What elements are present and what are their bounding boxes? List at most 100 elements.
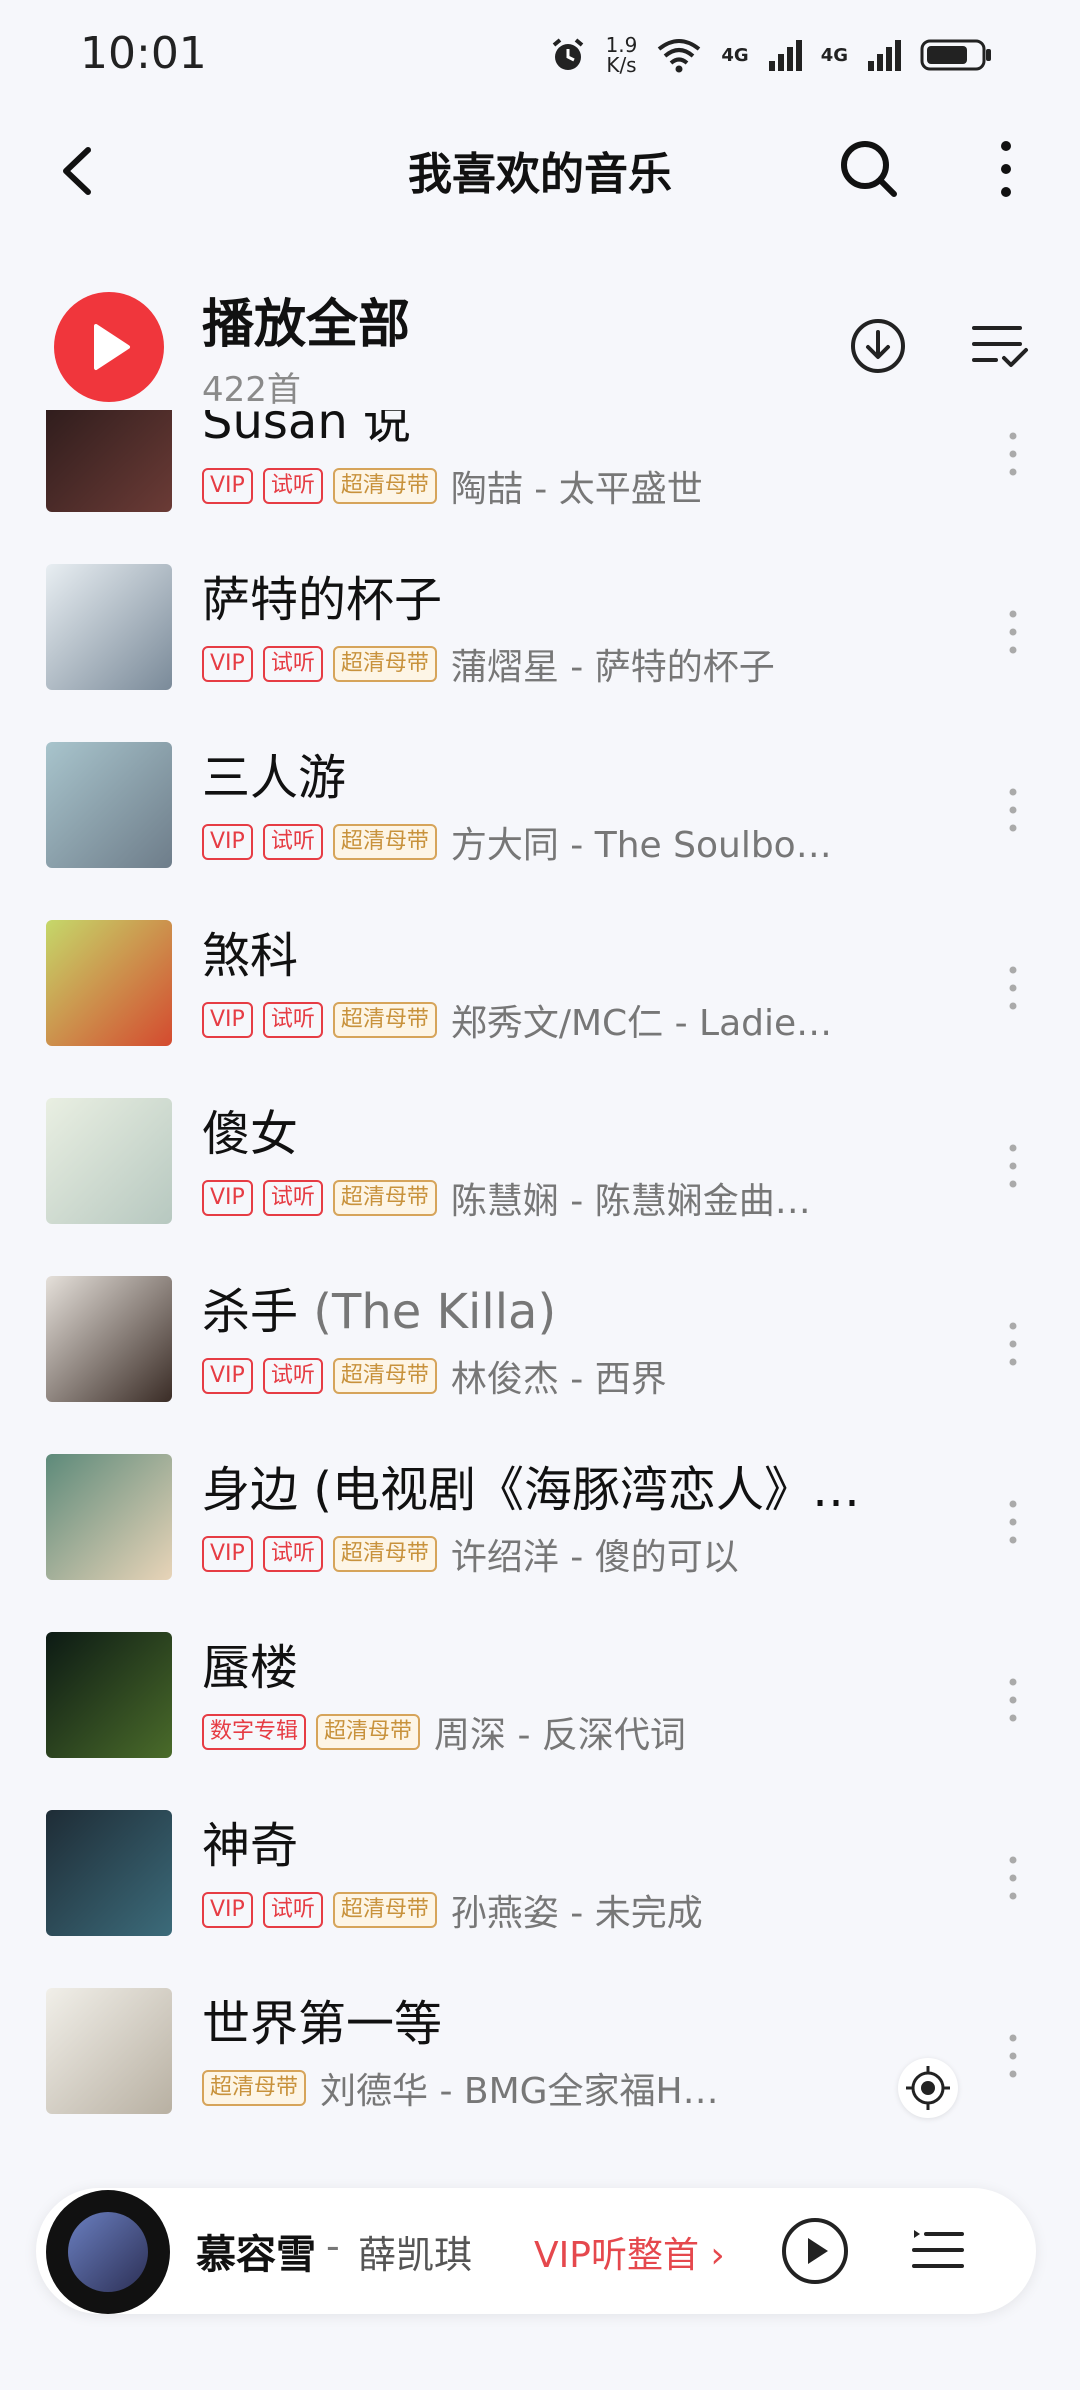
song-title-text: 身边 (电视剧《海豚湾恋人》… xyxy=(202,1462,860,1518)
signal-icon-2 xyxy=(868,40,901,71)
song-meta: VIP 试听 超清母带 方大同 - The Soulbo… xyxy=(202,816,832,868)
status-icons: 1.9 K/s 4G 4G xyxy=(548,30,994,80)
now-playing-separator: - xyxy=(326,2224,340,2268)
locate-icon xyxy=(906,2066,950,2110)
album-cover xyxy=(46,1810,172,1936)
locate-current-button[interactable] xyxy=(898,2058,958,2118)
hq-badge: 超清母带 xyxy=(332,1180,437,1216)
vip-badge: VIP xyxy=(202,1358,253,1394)
song-more-icon[interactable] xyxy=(1006,786,1020,834)
play-all-row[interactable]: 播放全部 422首 xyxy=(0,270,1080,410)
hq-badge: 超清母带 xyxy=(332,1892,437,1928)
top-nav: 我喜欢的音乐 xyxy=(0,110,1080,230)
song-title: Susan 说 xyxy=(202,410,411,452)
vip-badge: VIP xyxy=(202,1002,253,1038)
song-more-icon[interactable] xyxy=(1006,2032,1020,2080)
vip-badge: VIP xyxy=(202,1536,253,1572)
artist-album: 许绍洋 - 傻的可以 xyxy=(450,1537,739,1578)
vip-badge: VIP xyxy=(202,1180,253,1216)
trial-badge: 试听 xyxy=(262,1358,323,1394)
song-title: 萨特的杯子 xyxy=(202,560,442,630)
search-icon[interactable] xyxy=(836,136,902,202)
song-title: 神奇 xyxy=(202,1806,298,1876)
song-title-text: 萨特的杯子 xyxy=(202,572,443,628)
song-more-icon[interactable] xyxy=(1006,1676,1020,1724)
song-row[interactable]: 身边 (电视剧《海豚湾恋人》… VIP 试听 超清母带 许绍洋 - 傻的可以 xyxy=(0,1402,1080,1580)
play-pause-icon[interactable] xyxy=(780,2216,850,2286)
song-title-text: Susan 说 xyxy=(202,410,411,450)
trial-badge: 试听 xyxy=(262,1180,323,1216)
song-more-icon[interactable] xyxy=(1006,964,1020,1012)
hq-badge: 超清母带 xyxy=(332,468,437,504)
hq-badge: 超清母带 xyxy=(332,1002,437,1038)
download-icon[interactable] xyxy=(848,316,908,376)
album-cover xyxy=(46,1098,172,1224)
playlist-icon[interactable] xyxy=(908,2220,968,2280)
vip-badge: VIP xyxy=(202,824,253,860)
now-playing-artist: 薛凯琪 xyxy=(358,2233,473,2277)
digital-badge: 数字专辑 xyxy=(202,1714,307,1750)
trial-badge: 试听 xyxy=(262,824,323,860)
song-more-icon[interactable] xyxy=(1006,608,1020,656)
song-more-icon[interactable] xyxy=(1006,1320,1020,1368)
network-type-2: 4G xyxy=(820,44,848,66)
vip-badge: VIP xyxy=(202,468,253,504)
trial-badge: 试听 xyxy=(262,1536,323,1572)
album-art xyxy=(68,2212,148,2292)
song-title: 三人游 xyxy=(202,738,346,808)
trial-badge: 试听 xyxy=(262,1002,323,1038)
artist-album: 刘德华 - BMG全家福Happy F… xyxy=(320,2071,740,2112)
status-time: 10:01 xyxy=(80,28,207,79)
song-meta: 数字专辑 超清母带 周深 - 反深代词 xyxy=(202,1706,686,1758)
song-more-icon[interactable] xyxy=(1006,1142,1020,1190)
hq-badge: 超清母带 xyxy=(332,1358,437,1394)
album-cover xyxy=(46,920,172,1046)
song-row[interactable]: 蜃楼数字专辑 超清母带 周深 - 反深代词 xyxy=(0,1580,1080,1758)
album-cover xyxy=(46,1276,172,1402)
hq-badge: 超清母带 xyxy=(332,824,437,860)
artist-album: 蒲熠星 - 萨特的杯子 xyxy=(450,647,775,688)
song-more-icon[interactable] xyxy=(1006,1854,1020,1902)
song-subtitle: (The Killa) xyxy=(313,1284,557,1340)
hq-badge: 超清母带 xyxy=(316,1714,421,1750)
hq-badge: 超清母带 xyxy=(202,2070,307,2106)
vip-full-song-link[interactable]: VIP听整首 › xyxy=(534,2226,725,2278)
album-disc[interactable] xyxy=(46,2190,170,2314)
mini-player[interactable]: 慕容雪 - 薛凯琪 VIP听整首 › xyxy=(36,2188,1036,2314)
artist-album: 周深 - 反深代词 xyxy=(434,1715,686,1756)
song-row[interactable]: 傻女 VIP 试听 超清母带 陈慧娴 - 陈慧娴金曲… xyxy=(0,1046,1080,1224)
song-title-text: 神奇 xyxy=(202,1818,299,1874)
play-all-button[interactable] xyxy=(54,292,164,402)
song-more-icon[interactable] xyxy=(1006,1498,1020,1546)
song-row[interactable]: 三人游 VIP 试听 超清母带 方大同 - The Soulbo… xyxy=(0,690,1080,868)
song-row[interactable]: 萨特的杯子 VIP 试听 超清母带 蒲熠星 - 萨特的杯子 xyxy=(0,512,1080,690)
song-meta: VIP 试听 超清母带 林俊杰 - 西界 xyxy=(202,1350,667,1402)
signal-icon xyxy=(768,40,802,71)
song-count: 422首 xyxy=(202,370,301,410)
artist-album: 方大同 - The Soulbo… xyxy=(450,825,832,866)
now-playing-title: 慕容雪 xyxy=(196,2232,316,2278)
song-row[interactable]: 煞科 VIP 试听 超清母带 郑秀文/MC仁 - Ladie… xyxy=(0,868,1080,1046)
hq-badge: 超清母带 xyxy=(332,1536,437,1572)
song-row[interactable]: Susan 说 VIP 试听 超清母带 陶喆 - 太平盛世 xyxy=(0,410,1080,512)
song-list: Susan 说 VIP 试听 超清母带 陶喆 - 太平盛世 萨特的杯子 VIP 试听 超清母带蒲… xyxy=(0,410,1080,2180)
song-meta: 超清母带刘德华 - BMG全家福Happy F… xyxy=(202,2062,740,2114)
song-title-text: 杀手 xyxy=(202,1284,299,1340)
song-title-text: 煞科 xyxy=(202,928,299,984)
song-title-text: 蜃楼 xyxy=(202,1640,299,1696)
song-title: 傻女 xyxy=(202,1094,298,1164)
song-row[interactable]: 杀手 (The Killa) VIP 试听 超清母带 林俊杰 - 西界 xyxy=(0,1224,1080,1402)
more-vertical-icon[interactable] xyxy=(986,136,1026,202)
battery-icon xyxy=(920,39,991,71)
vip-badge: VIP xyxy=(202,1892,253,1928)
song-title: 蜃楼 xyxy=(202,1628,298,1698)
song-more-icon[interactable] xyxy=(1006,430,1020,478)
wifi-icon xyxy=(658,39,701,73)
multi-select-icon[interactable] xyxy=(970,318,1030,374)
album-cover xyxy=(46,1454,172,1580)
speed-unit: K/s xyxy=(606,53,637,77)
song-meta: VIP 试听 超清母带 陈慧娴 - 陈慧娴金曲… xyxy=(202,1172,811,1224)
song-row[interactable]: 神奇 VIP 试听 超清母带 孙燕姿 - 未完成 xyxy=(0,1758,1080,1936)
vip-badge: VIP xyxy=(202,646,253,682)
song-meta: VIP 试听 超清母带 许绍洋 - 傻的可以 xyxy=(202,1528,739,1580)
